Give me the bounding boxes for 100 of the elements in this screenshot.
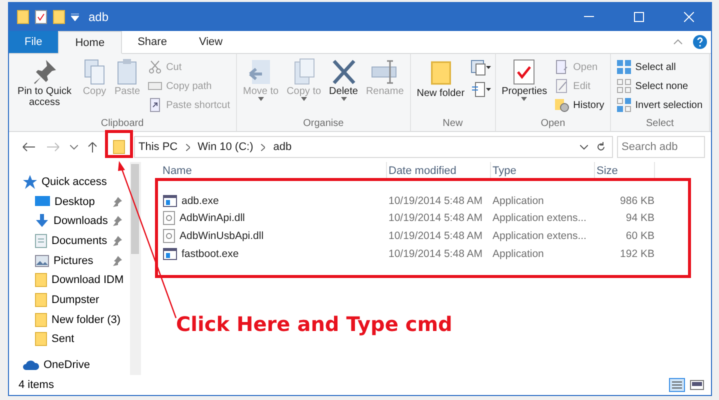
properties-icon xyxy=(512,58,536,86)
chevron-icon xyxy=(261,144,266,150)
table-cell: AdbWinApi.dll xyxy=(160,210,386,228)
nav-label: Desktop xyxy=(54,196,96,208)
document-icon xyxy=(34,234,46,248)
nav-item[interactable]: Dumpster xyxy=(22,290,130,310)
highlight-frame xyxy=(105,130,133,158)
table-cell-text: 10/19/2014 5:48 AM xyxy=(388,246,484,262)
nav-label: Documents xyxy=(52,234,108,247)
dropdown-icon[interactable] xyxy=(70,13,78,21)
column-header[interactable]: Size xyxy=(594,162,654,180)
minimize-icon xyxy=(584,16,594,18)
window-title: adb xyxy=(88,10,110,24)
folder-icon xyxy=(34,332,46,346)
nav-label: Sent xyxy=(52,333,76,346)
nav-item[interactable]: OneDrive xyxy=(22,355,130,376)
annotation-text: Click Here and Type cmd xyxy=(176,312,452,336)
column-header[interactable]: Date modified xyxy=(386,162,490,180)
pictures-icon xyxy=(34,254,48,267)
edit-icon xyxy=(555,79,570,93)
nav-item[interactable]: Sent xyxy=(22,330,130,350)
ribbon-tab[interactable]: File xyxy=(8,31,58,53)
table-cell-text: 60 KB xyxy=(624,228,654,244)
column-header[interactable]: Type xyxy=(490,162,594,180)
grid-icon xyxy=(617,79,632,93)
breadcrumb[interactable]: This PC xyxy=(138,141,178,153)
table-cell-text: Application xyxy=(492,194,545,209)
table-cell-text: 192 KB xyxy=(619,246,654,262)
ribbon-button[interactable]: Properties xyxy=(500,56,550,118)
collapse-icon[interactable] xyxy=(672,39,682,45)
table-cell-text: Application xyxy=(492,246,545,262)
copy-icon xyxy=(82,58,106,86)
ribbon-button[interactable]: Pin to Quick access xyxy=(12,56,76,118)
table-cell-text: 10/19/2014 5:48 AM xyxy=(388,228,484,244)
ribbon-button[interactable]: Invert selection xyxy=(615,96,705,114)
ribbon-tab[interactable]: Home xyxy=(58,31,122,54)
close-icon xyxy=(684,12,694,22)
ribbon-button[interactable]: Delete xyxy=(327,56,360,118)
group-label: Organise xyxy=(303,118,344,131)
nav-item[interactable]: Download IDM xyxy=(22,270,130,290)
table-cell-text: 10/19/2014 5:48 AM xyxy=(388,194,484,209)
breadcrumb[interactable]: Win 10 (C:) xyxy=(198,141,254,153)
search-field[interactable]: Search adb xyxy=(616,136,704,158)
chevron-icon xyxy=(186,144,190,150)
application-icon xyxy=(162,194,176,207)
folder-icon xyxy=(112,140,124,154)
nav-label: Quick access xyxy=(42,176,108,188)
table-cell-text: Application extens... xyxy=(492,211,588,226)
cloud-icon xyxy=(22,360,38,370)
nav-label: Dumpster xyxy=(52,294,100,306)
pushpin-icon xyxy=(32,58,58,86)
nav-item[interactable]: Desktop xyxy=(22,192,130,212)
table-cell-text: 10/19/2014 5:48 AM xyxy=(388,211,484,226)
folder-icon xyxy=(34,293,46,308)
nav-item[interactable]: Documents xyxy=(22,231,130,251)
refresh-icon[interactable] xyxy=(596,142,606,152)
table-cell: adb.exe xyxy=(160,192,386,210)
nav-item[interactable]: Downloads xyxy=(22,211,130,232)
table-cell-text: 94 KB xyxy=(624,211,654,226)
new-folder-icon xyxy=(52,10,64,24)
nav-label: Downloads xyxy=(54,215,108,228)
monitor-icon xyxy=(34,196,50,208)
address-field[interactable]: This PC Win 10 (C:) adb xyxy=(134,136,612,158)
folder-icon xyxy=(34,273,46,288)
chevron-down-icon[interactable] xyxy=(580,144,588,150)
grid-icon xyxy=(617,60,632,74)
new-item-icon[interactable] xyxy=(470,60,491,76)
nav-item[interactable]: Pictures xyxy=(22,250,130,271)
nav-label: Pictures xyxy=(54,254,94,267)
table-cell: AdbWinUsbApi.dll xyxy=(160,227,386,245)
group-label: New xyxy=(442,118,463,131)
table-cell-text: 986 KB xyxy=(619,194,654,209)
help-icon[interactable] xyxy=(692,35,706,49)
item-count: 4 items xyxy=(18,379,55,391)
details-view-icon[interactable] xyxy=(668,378,684,392)
nav-label: Download IDM xyxy=(52,274,125,286)
nav-item[interactable]: New folder (3) xyxy=(22,310,130,330)
ribbon-button[interactable]: History xyxy=(553,96,606,114)
gear-document-icon xyxy=(162,228,174,243)
nav-label: New folder (3) xyxy=(52,314,122,326)
chevron-down-icon xyxy=(70,144,78,150)
scissors-icon xyxy=(148,60,162,74)
large-icons-view-icon[interactable] xyxy=(688,378,704,392)
star-icon xyxy=(22,174,36,189)
open-icon xyxy=(555,60,570,74)
download-arrow-icon xyxy=(34,214,48,228)
grid-icon xyxy=(617,98,632,112)
ribbon-button[interactable]: New folder xyxy=(414,56,467,118)
up-arrow-icon xyxy=(88,142,96,152)
breadcrumb[interactable]: adb xyxy=(273,141,292,153)
ribbon-button[interactable]: Select none xyxy=(615,77,705,95)
scrollbar[interactable] xyxy=(130,162,140,375)
back-arrow-icon xyxy=(22,142,36,152)
ribbon-button[interactable]: Select all xyxy=(615,58,705,76)
nav-item[interactable]: Quick access xyxy=(22,172,130,192)
application-icon xyxy=(162,248,176,260)
properties-icon[interactable] xyxy=(34,10,46,24)
table-cell: fastboot.exe xyxy=(160,244,386,262)
close-x-icon xyxy=(330,58,356,86)
column-header[interactable]: Name xyxy=(160,162,386,180)
